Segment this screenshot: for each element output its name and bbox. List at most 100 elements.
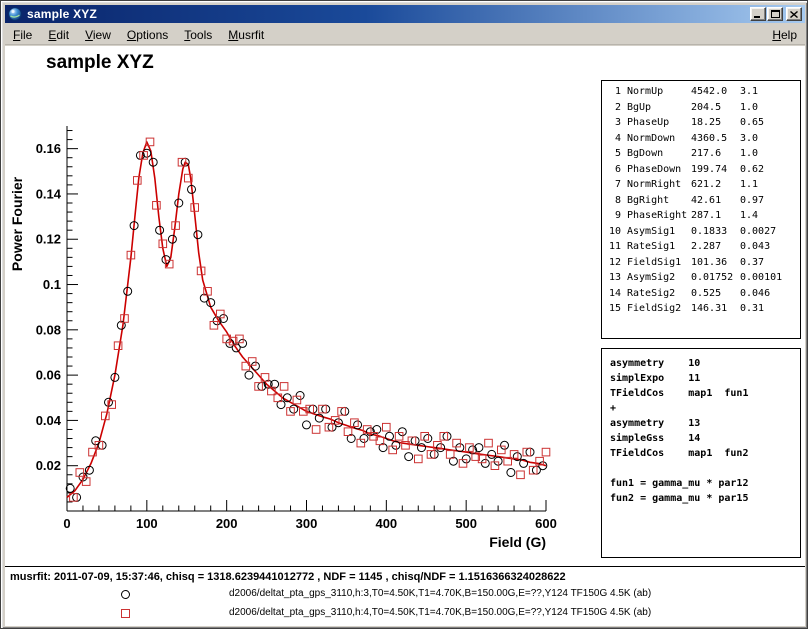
- plot-title: sample XYZ: [46, 52, 154, 74]
- theory-line: simpleGss 14: [610, 431, 800, 446]
- menu-edit[interactable]: Edit: [40, 25, 77, 44]
- menubar: File Edit View Options Tools Musrfit Hel…: [5, 25, 805, 45]
- maximize-button[interactable]: [767, 7, 783, 21]
- param-name: FieldSig2: [627, 303, 691, 314]
- param-error: 0.046: [740, 288, 770, 299]
- param-number: 12: [608, 257, 621, 268]
- series-squares: [70, 138, 550, 501]
- svg-text:400: 400: [375, 516, 397, 531]
- param-name: NormRight: [627, 179, 691, 190]
- param-value: 42.61: [691, 195, 740, 206]
- param-error: 0.00101: [740, 272, 782, 283]
- x-axis-title: Field (G): [489, 534, 546, 550]
- param-error: 0.97: [740, 195, 764, 206]
- theory-box: asymmetry 10simplExpo 11TFieldCos map1 f…: [601, 348, 801, 558]
- param-row: 11RateSig12.2870.043: [608, 241, 800, 257]
- menu-view[interactable]: View: [77, 25, 119, 44]
- menu-help[interactable]: Help: [764, 25, 805, 44]
- theory-line: fun2 = gamma_mu * par15: [610, 491, 800, 506]
- theory-line: fun1 = gamma_mu * par12: [610, 476, 800, 491]
- param-number: 9: [608, 210, 621, 221]
- legend-row: d2006/deltat_pta_gps_3110,h:4,T0=4.50K,T…: [5, 605, 805, 623]
- svg-text:0.12: 0.12: [36, 232, 61, 247]
- param-error: 0.0027: [740, 226, 776, 237]
- app-window: sample XYZ File Edit View Options Tools …: [0, 0, 808, 629]
- menu-edit-label: dit: [56, 28, 69, 42]
- param-error: 1.0: [740, 102, 758, 113]
- param-row: 7NormRight621.21.1: [608, 179, 800, 195]
- param-value: 621.2: [691, 179, 740, 190]
- theory-line: [610, 461, 800, 476]
- param-error: 0.31: [740, 303, 764, 314]
- param-value: 4360.5: [691, 133, 740, 144]
- param-error: 0.65: [740, 117, 764, 128]
- param-number: 7: [608, 179, 621, 190]
- app-icon: [8, 7, 22, 21]
- close-button[interactable]: [786, 7, 802, 21]
- svg-text:500: 500: [455, 516, 477, 531]
- menu-musrfit[interactable]: Musrfit: [220, 25, 272, 44]
- svg-text:0.14: 0.14: [36, 186, 62, 201]
- param-row: 15FieldSig2146.310.31: [608, 303, 800, 319]
- window-controls: [749, 7, 802, 21]
- parameter-box: 1NormUp4542.03.12BgUp204.51.03PhaseUp18.…: [601, 80, 801, 339]
- param-row: 6PhaseDown199.740.62: [608, 164, 800, 180]
- y-axis-title: Power Fourier: [9, 176, 25, 271]
- param-row: 12FieldSig1101.360.37: [608, 257, 800, 273]
- param-name: FieldSig1: [627, 257, 691, 268]
- fit-line: [67, 142, 546, 498]
- param-number: 11: [608, 241, 621, 252]
- menu-file[interactable]: File: [5, 25, 40, 44]
- param-number: 1: [608, 86, 621, 97]
- svg-text:0.06: 0.06: [36, 368, 61, 383]
- param-number: 6: [608, 164, 621, 175]
- param-name: NormDown: [627, 133, 691, 144]
- param-name: RateSig2: [627, 288, 691, 299]
- svg-text:0.1: 0.1: [43, 277, 61, 292]
- param-value: 287.1: [691, 210, 740, 221]
- param-number: 15: [608, 303, 621, 314]
- minimize-button[interactable]: [750, 7, 766, 21]
- open-circle-marker-icon: [121, 590, 130, 599]
- param-error: 0.043: [740, 241, 770, 252]
- param-error: 3.1: [740, 86, 758, 97]
- param-name: RateSig1: [627, 241, 691, 252]
- param-row: 3PhaseUp18.250.65: [608, 117, 800, 133]
- param-name: BgUp: [627, 102, 691, 113]
- svg-text:300: 300: [296, 516, 318, 531]
- legend-label: d2006/deltat_pta_gps_3110,h:4,T0=4.50K,T…: [229, 607, 651, 618]
- param-number: 3: [608, 117, 621, 128]
- menu-musrfit-accel: M: [228, 28, 238, 42]
- param-name: PhaseRight: [627, 210, 691, 221]
- param-value: 101.36: [691, 257, 740, 268]
- param-name: NormUp: [627, 86, 691, 97]
- menu-view-accel: V: [85, 28, 93, 42]
- param-name: PhaseUp: [627, 117, 691, 128]
- param-number: 8: [608, 195, 621, 206]
- param-value: 4542.0: [691, 86, 740, 97]
- param-value: 199.74: [691, 164, 740, 175]
- theory-line: +: [610, 401, 800, 416]
- param-name: PhaseDown: [627, 164, 691, 175]
- titlebar[interactable]: sample XYZ: [5, 5, 805, 23]
- param-value: 0.1833: [691, 226, 740, 237]
- footer-divider: [5, 566, 805, 567]
- param-error: 1.0: [740, 148, 758, 159]
- param-name: AsymSig1: [627, 226, 691, 237]
- svg-text:0.04: 0.04: [36, 413, 62, 428]
- legend-label: d2006/deltat_pta_gps_3110,h:3,T0=4.50K,T…: [229, 588, 651, 599]
- series-circles: [66, 149, 547, 501]
- param-value: 204.5: [691, 102, 740, 113]
- param-error: 1.4: [740, 210, 758, 221]
- svg-text:200: 200: [216, 516, 238, 531]
- param-number: 2: [608, 102, 621, 113]
- param-name: BgDown: [627, 148, 691, 159]
- param-row: 8BgRight42.610.97: [608, 195, 800, 211]
- menu-tools-label: ools: [190, 28, 212, 42]
- canvas-area: sample XYZ 01002003004005006000.020.040.…: [5, 46, 805, 626]
- param-number: 5: [608, 148, 621, 159]
- menu-options[interactable]: Options: [119, 25, 176, 44]
- window-title: sample XYZ: [27, 7, 97, 21]
- menu-tools[interactable]: Tools: [176, 25, 220, 44]
- param-row: 10AsymSig10.18330.0027: [608, 226, 800, 242]
